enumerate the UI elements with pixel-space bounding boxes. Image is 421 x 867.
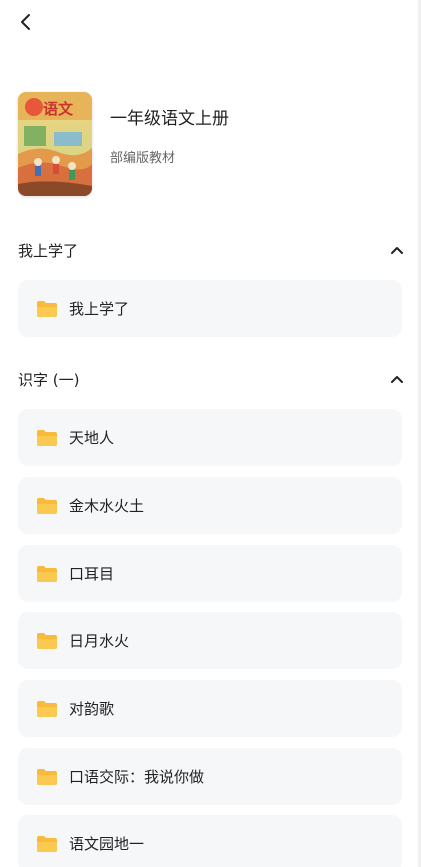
section-title: 识字 (一) [18,370,80,389]
folder-icon [37,768,57,785]
item-label: 口耳目 [69,565,115,583]
book-cover-illustration: 语文 [18,92,92,196]
chevron-up-icon[interactable] [387,240,407,260]
list-item[interactable]: 对韵歌 [18,680,402,737]
item-label: 天地人 [69,429,115,447]
list-item[interactable]: 口语交际：我说你做 [18,748,402,805]
folder-icon [37,632,57,649]
item-label: 口语交际：我说你做 [69,768,205,786]
list-item[interactable]: 我上学了 [18,280,402,337]
list-item[interactable]: 天地人 [18,409,402,466]
chevron-up-icon[interactable] [387,369,407,389]
section-title: 我上学了 [18,241,79,260]
list-item[interactable]: 日月水火 [18,612,402,669]
item-label: 金木水火土 [69,497,145,515]
item-label: 日月水火 [69,632,130,650]
book-header: 语文 一年级语文上册 部编版教材 [18,92,229,196]
folder-icon [37,429,57,446]
item-label: 我上学了 [69,300,130,318]
section-header-1[interactable]: 我上学了 [18,238,407,262]
folder-icon [37,497,57,514]
book-subtitle: 部编版教材 [110,151,176,166]
folder-icon [37,565,57,582]
cover-title-text: 语文 [43,100,74,118]
chapter-list-page: 语文 一年级语文上册 部编版教材 我上学了 我上学了 识字 (一) 天地人 金木… [0,0,421,867]
section-header-2[interactable]: 识字 (一) [18,367,407,391]
folder-icon [37,835,57,852]
list-item[interactable]: 口耳目 [18,545,402,602]
folder-icon [37,300,57,317]
item-label: 对韵歌 [69,700,115,718]
book-title: 一年级语文上册 [110,109,229,129]
chevron-left-icon [21,14,30,30]
book-info: 一年级语文上册 部编版教材 [110,92,229,166]
list-item[interactable]: 金木水火土 [18,477,402,534]
back-button[interactable] [12,8,40,36]
folder-icon [37,700,57,717]
list-item[interactable]: 语文园地一 [18,815,402,867]
book-cover-image[interactable]: 语文 [18,92,92,196]
item-label: 语文园地一 [69,835,145,853]
